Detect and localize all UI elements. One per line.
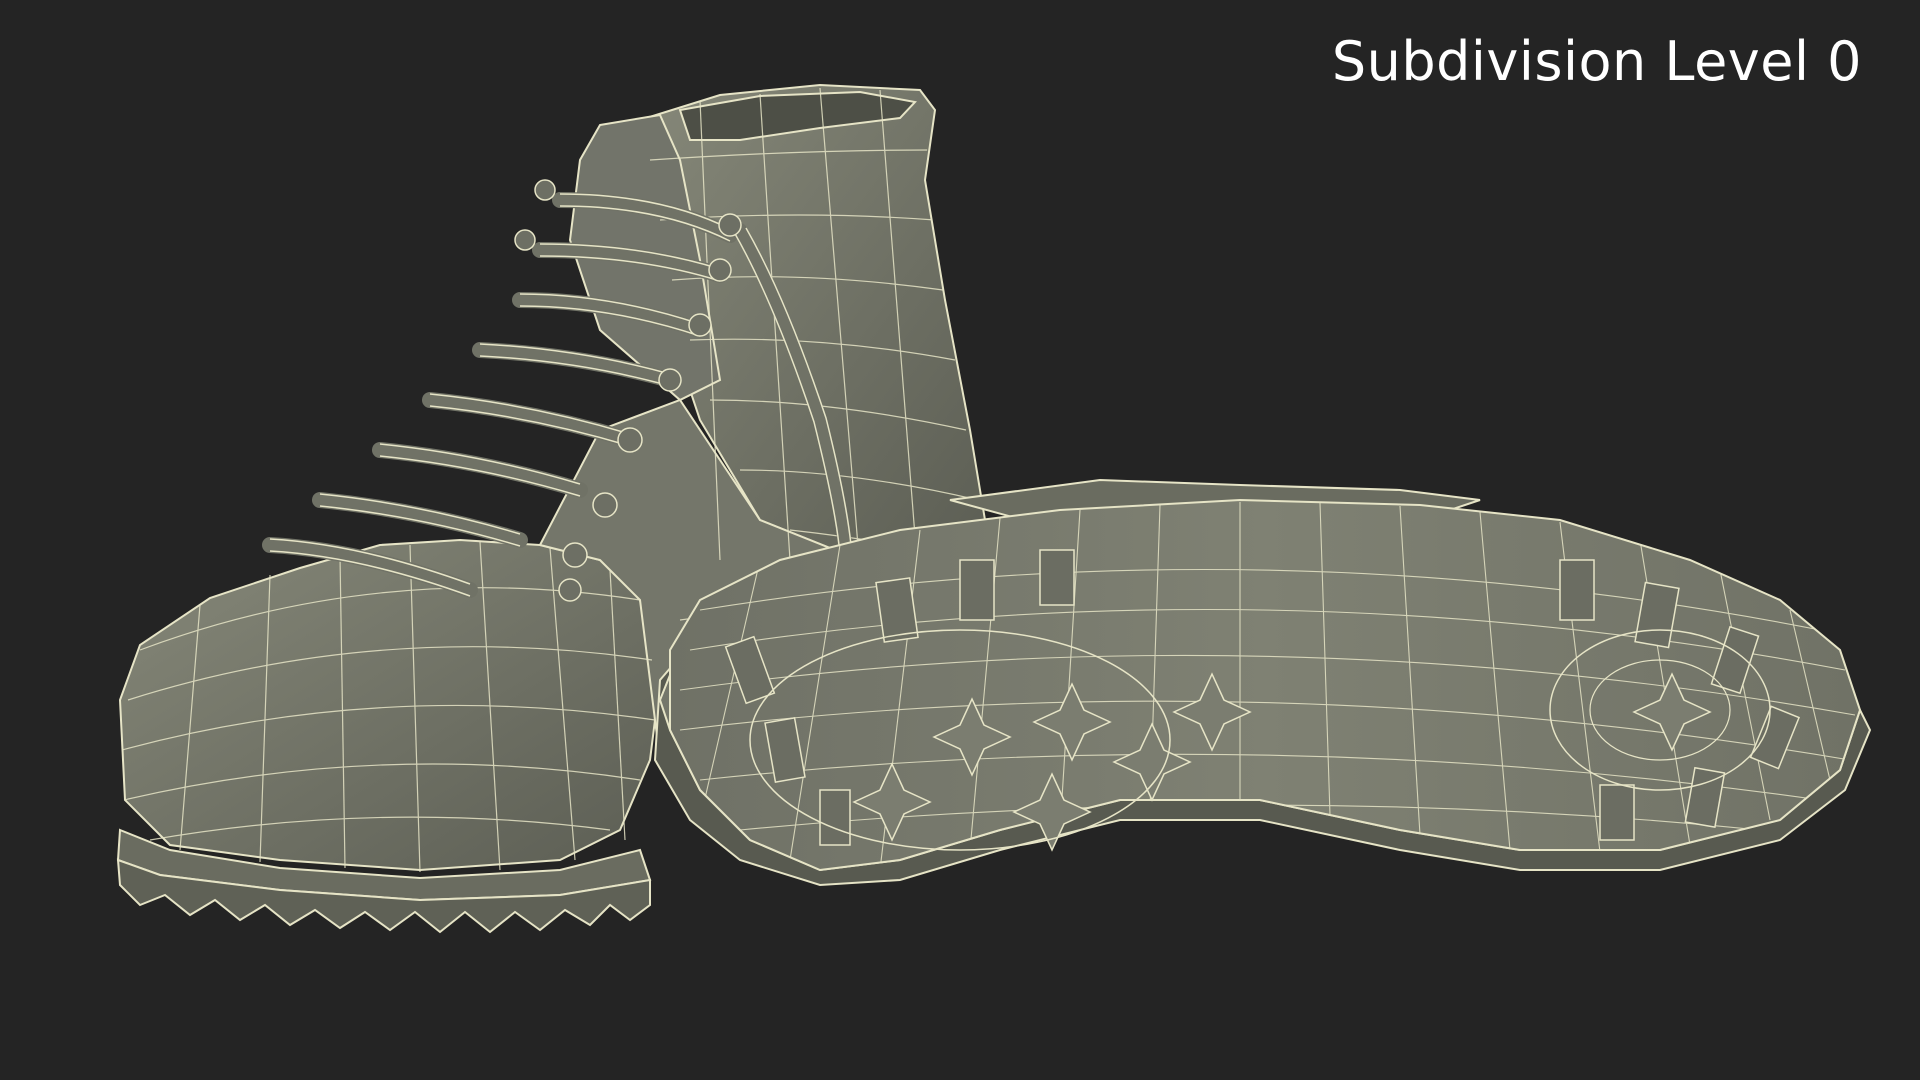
render-viewport: Subdivision Level 0 <box>0 0 1920 1080</box>
wireframe-scene <box>116 83 1872 934</box>
subdivision-level-label: Subdivision Level 0 <box>1331 30 1862 93</box>
